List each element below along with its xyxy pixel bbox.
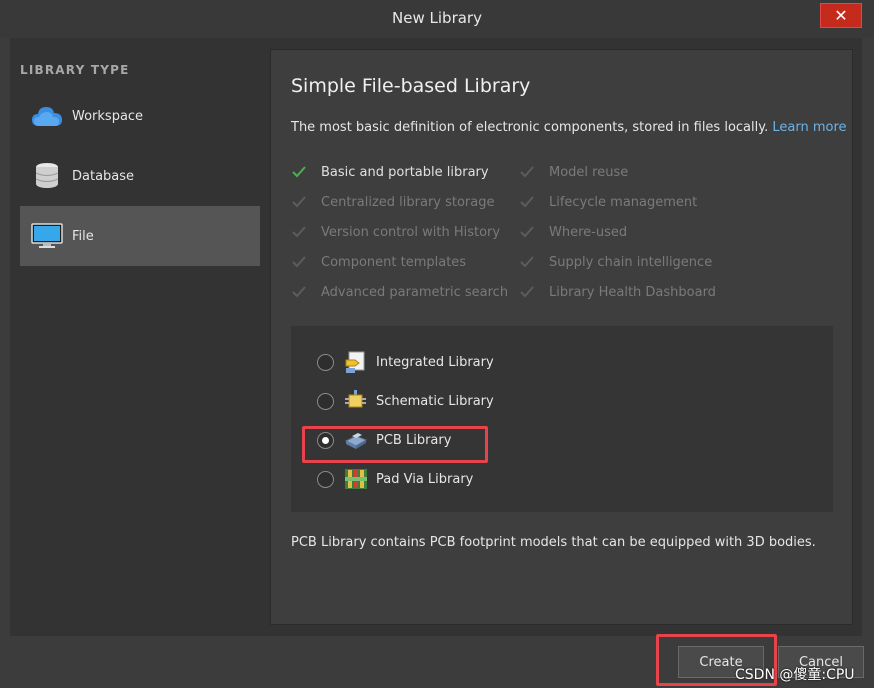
pcb-library-highlight-box [302, 426, 488, 463]
title-bar: New Library ✕ [0, 0, 874, 38]
close-button[interactable]: ✕ [820, 3, 862, 28]
radio-button[interactable] [317, 470, 334, 488]
feature-item: Advanced parametric search [291, 282, 508, 302]
pad-via-library-icon [344, 467, 368, 491]
feature-item: Where-used [519, 222, 627, 242]
watermark-text: CSDN @傻童:CPU [735, 667, 855, 683]
check-icon [292, 286, 306, 298]
database-icon [30, 159, 64, 193]
sidebar-item-workspace[interactable]: Workspace [20, 86, 260, 146]
sidebar-item-label: Workspace [72, 108, 144, 124]
check-icon [520, 226, 534, 238]
library-details-panel: Simple File-based Library The most basic… [270, 49, 853, 625]
panel-description: The most basic definition of electronic … [291, 120, 847, 135]
learn-more-link[interactable]: Learn more [772, 120, 846, 135]
description-text: The most basic definition of electronic … [291, 120, 769, 135]
feature-item: Component templates [291, 252, 466, 272]
check-icon [292, 166, 306, 178]
option-label: Integrated Library [376, 354, 494, 370]
sidebar-heading: LIBRARY TYPE [20, 63, 130, 77]
feature-item: Model reuse [519, 162, 628, 182]
cloud-icon [30, 99, 64, 133]
library-type-sidebar: LIBRARY TYPE Workspace Database File [10, 41, 268, 635]
sidebar-item-label: Database [72, 168, 135, 184]
option-integrated-library[interactable]: Integrated Library [317, 350, 494, 374]
sidebar-item-label: File [72, 228, 94, 244]
option-pad-via-library[interactable]: Pad Via Library [317, 467, 473, 491]
check-icon [520, 256, 534, 268]
option-label: Pad Via Library [376, 471, 474, 487]
feature-item: Lifecycle management [519, 192, 697, 212]
check-icon [292, 256, 306, 268]
check-icon [520, 286, 534, 298]
check-icon [292, 196, 306, 208]
feature-item: Basic and portable library [291, 162, 489, 182]
integrated-library-icon [344, 350, 368, 374]
sidebar-item-file[interactable]: File [20, 206, 260, 266]
monitor-icon [30, 219, 64, 253]
feature-item: Library Health Dashboard [519, 282, 716, 302]
feature-item: Version control with History [291, 222, 500, 242]
option-label: Schematic Library [376, 393, 494, 409]
radio-button[interactable] [317, 392, 334, 410]
window-title: New Library [392, 9, 482, 27]
panel-title: Simple File-based Library [291, 75, 531, 97]
selection-description: PCB Library contains PCB footprint model… [291, 535, 816, 550]
schematic-library-icon [344, 389, 368, 413]
check-icon [520, 196, 534, 208]
feature-item: Centralized library storage [291, 192, 495, 212]
option-schematic-library[interactable]: Schematic Library [317, 389, 494, 413]
check-icon [292, 226, 306, 238]
radio-button[interactable] [317, 353, 334, 371]
library-type-options: Integrated Library Schematic Library PCB… [291, 326, 833, 512]
sidebar-item-database[interactable]: Database [20, 146, 260, 206]
feature-item: Supply chain intelligence [519, 252, 712, 272]
check-icon [520, 166, 534, 178]
